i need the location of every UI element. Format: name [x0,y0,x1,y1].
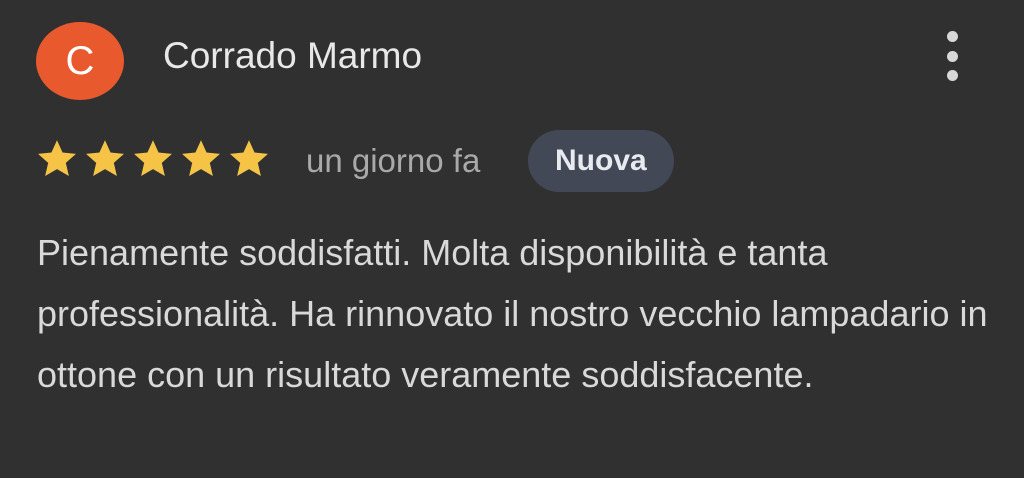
new-badge: Nuova [528,130,674,192]
review-time: un giorno fa [306,142,481,179]
avatar[interactable]: C [36,22,124,100]
star-icon [82,136,128,182]
star-rating [34,136,272,184]
review-text: Pienamente soddisfatti. Molta disponibil… [37,232,988,395]
menu-dot [946,50,958,62]
star-icon [34,136,80,182]
menu-dot [946,31,958,42]
more-vert-icon[interactable] [930,26,974,86]
star-icon [130,136,176,182]
avatar-letter: C [65,38,95,83]
review-card: C Corrado Marmo un giorno fa Nuova Piena… [0,0,1024,478]
menu-dot [946,70,958,81]
star-icon [178,136,224,182]
star-icon [226,136,272,182]
author-name[interactable]: Corrado Marmo [163,34,422,78]
